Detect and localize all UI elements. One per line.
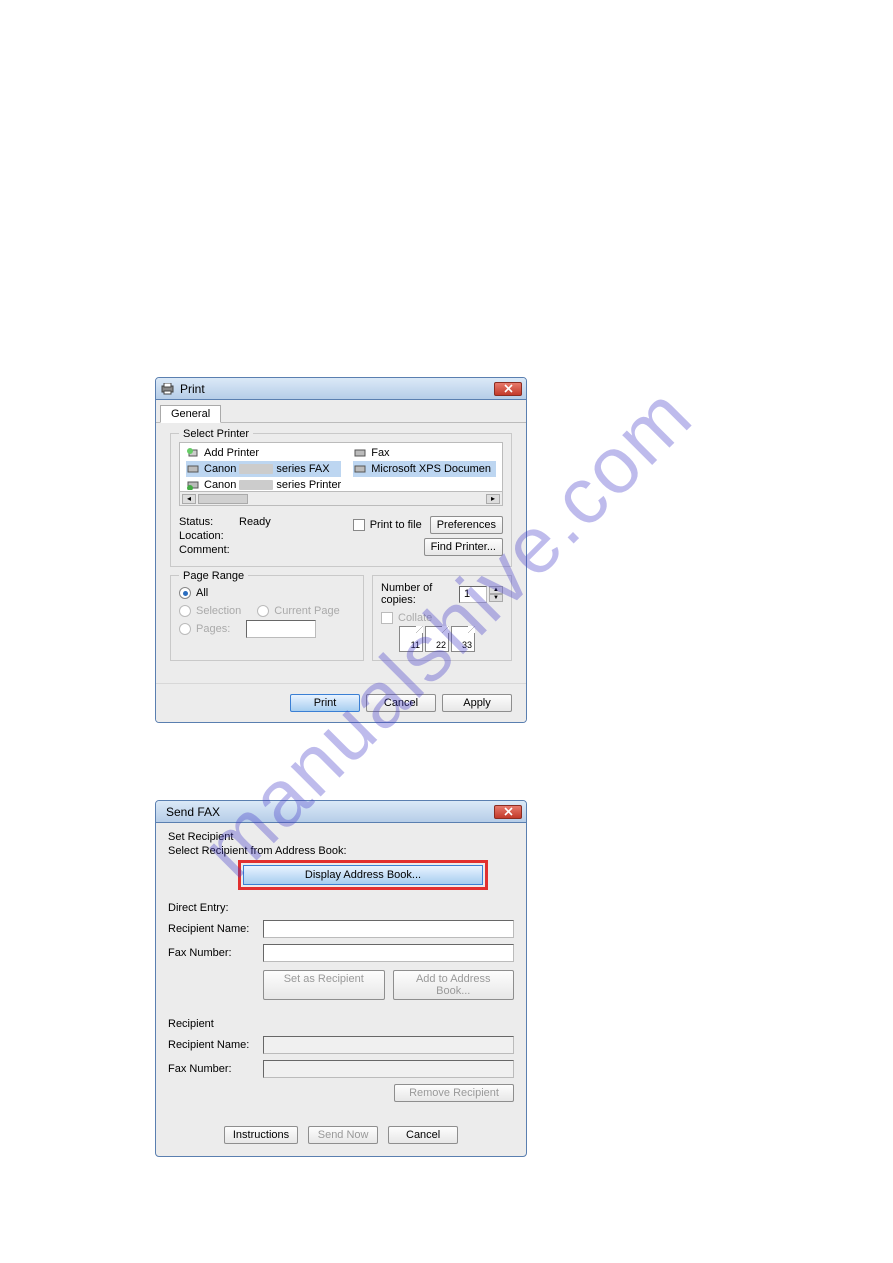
printer-item-xps[interactable]: Microsoft XPS Documen (353, 461, 496, 477)
print-footer: Print Cancel Apply (156, 683, 526, 722)
printer-item-add[interactable]: Add Printer (186, 445, 341, 461)
printer-label: Add Printer (204, 447, 259, 459)
spin-down-icon[interactable]: ▼ (489, 594, 503, 602)
status-key: Status: (179, 516, 239, 530)
copies-label: Number of copies: (381, 582, 453, 606)
print-tabs: General (156, 400, 526, 423)
set-recipient-title: Set Recipient (168, 831, 514, 843)
print-to-file-checkbox[interactable]: Print to file (353, 519, 422, 531)
recipient-name-label-ro: Recipient Name: (168, 1039, 263, 1051)
set-as-recipient-button[interactable]: Set as Recipient (263, 970, 385, 1000)
spin-up-icon[interactable]: ▲ (489, 586, 503, 594)
scroll-left-icon[interactable]: ◂ (182, 494, 196, 504)
recipient-name-label: Recipient Name: (168, 923, 263, 935)
radio-icon (257, 605, 269, 617)
page-range-fieldset: Page Range All Selection Current Page Pa… (170, 575, 364, 661)
recipient-name-input[interactable] (263, 920, 514, 938)
print-button[interactable]: Print (290, 694, 360, 712)
add-printer-icon (186, 447, 200, 459)
print-to-file-label: Print to file (370, 519, 422, 531)
fax-number-readonly (263, 1060, 514, 1078)
radio-icon (179, 623, 191, 635)
radio-current-page: Current Page (257, 602, 339, 620)
collate-checkbox: Collate (381, 612, 503, 624)
cancel-button[interactable]: Cancel (366, 694, 436, 712)
radio-label: Selection (196, 605, 241, 617)
scroll-thumb[interactable] (198, 494, 248, 504)
instructions-button[interactable]: Instructions (224, 1126, 298, 1144)
copies-value[interactable]: 1 (459, 586, 487, 603)
print-titlebar: Print (156, 378, 526, 400)
radio-icon (179, 605, 191, 617)
printer-icon (160, 382, 174, 396)
display-address-book-button[interactable]: Display Address Book... (243, 865, 483, 885)
page-icon: 11 (399, 626, 423, 652)
copies-fieldset: Number of copies: 1 ▲ ▼ Collate (372, 575, 512, 661)
printer-list[interactable]: Add Printer Canon series FAX Canon series … (179, 442, 503, 492)
page-icon: 22 (425, 626, 449, 652)
radio-all[interactable]: All (179, 584, 355, 602)
printer-list-scrollbar[interactable]: ◂ ▸ (179, 492, 503, 506)
checkbox-icon (381, 612, 393, 624)
collate-preview: 11 22 33 (399, 626, 503, 652)
cancel-button[interactable]: Cancel (388, 1126, 458, 1144)
highlight-box: Display Address Book... (238, 860, 488, 890)
radio-pages: Pages: (179, 620, 355, 638)
radio-label: All (196, 587, 208, 599)
fax-number-label-ro: Fax Number: (168, 1063, 263, 1075)
printer-icon (186, 463, 200, 475)
fax-icon (353, 447, 367, 459)
close-button[interactable] (494, 382, 522, 396)
collate-label: Collate (398, 612, 432, 624)
fax-number-input[interactable] (263, 944, 514, 962)
printer-label: series Printer (276, 479, 341, 491)
checkbox-icon (353, 519, 365, 531)
printer-label: Fax (371, 447, 389, 459)
comment-key: Comment: (179, 544, 239, 558)
printer-label: Microsoft XPS Documen (371, 463, 491, 475)
blurred-text (239, 464, 273, 474)
fax-number-label: Fax Number: (168, 947, 263, 959)
fax-footer: Instructions Send Now Cancel (156, 1114, 526, 1156)
add-to-address-book-button[interactable]: Add to Address Book... (393, 970, 515, 1000)
printer-item-fax[interactable]: Fax (353, 445, 496, 461)
remove-recipient-button[interactable]: Remove Recipient (394, 1084, 514, 1102)
print-title: Print (180, 382, 494, 396)
print-dialog: Print General Select Printer Add Printer (155, 377, 527, 723)
location-key: Location: (179, 530, 239, 544)
printer-item-canon-printer[interactable]: Canon series Printer (186, 477, 341, 492)
printer-icon (353, 463, 367, 475)
find-printer-button[interactable]: Find Printer... (424, 538, 503, 556)
send-now-button[interactable]: Send Now (308, 1126, 378, 1144)
printer-item-canon-fax[interactable]: Canon series FAX (186, 461, 341, 477)
recipient-section-title: Recipient (168, 1018, 514, 1030)
fax-title: Send FAX (160, 805, 494, 819)
preferences-button[interactable]: Preferences (430, 516, 503, 534)
select-printer-fieldset: Select Printer Add Printer Canonseries F… (170, 433, 512, 567)
page-icon: 33 (451, 626, 475, 652)
status-value: Ready (239, 516, 271, 530)
page-range-label: Page Range (179, 570, 248, 582)
recipient-name-readonly (263, 1036, 514, 1054)
apply-button[interactable]: Apply (442, 694, 512, 712)
printer-label: Canon (204, 479, 236, 491)
radio-label: Current Page (274, 605, 339, 617)
printer-default-icon (186, 479, 200, 491)
pages-input[interactable] (246, 620, 316, 638)
printer-label: series FAX (276, 463, 329, 475)
send-fax-dialog: Send FAX Set Recipient Select Recipient … (155, 800, 527, 1157)
tab-general[interactable]: General (160, 405, 221, 423)
close-button[interactable] (494, 805, 522, 819)
copies-spinner[interactable]: 1 ▲ ▼ (459, 586, 503, 603)
select-printer-label: Select Printer (179, 428, 253, 440)
select-from-book-label: Select Recipient from Address Book: (168, 845, 514, 857)
fax-titlebar: Send FAX (156, 801, 526, 823)
radio-selection: Selection (179, 602, 241, 620)
radio-icon (179, 587, 191, 599)
direct-entry-label: Direct Entry: (168, 902, 514, 914)
blurred-text (239, 480, 273, 490)
radio-label: Pages: (196, 623, 246, 635)
printer-label: Canon (204, 463, 236, 475)
scroll-right-icon[interactable]: ▸ (486, 494, 500, 504)
